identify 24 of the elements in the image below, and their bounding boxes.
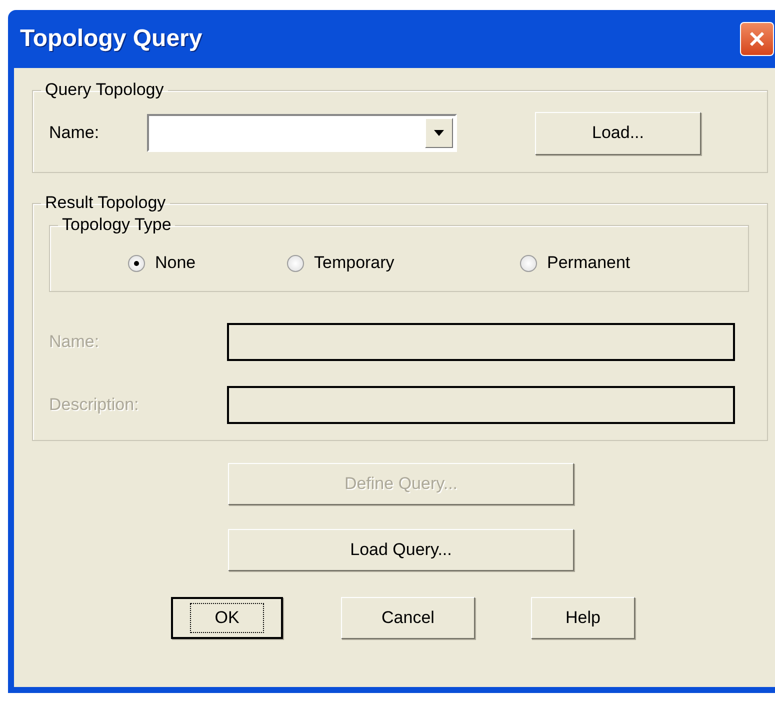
field-label: Name: xyxy=(49,123,100,143)
dialog-button[interactable]: Help xyxy=(531,597,635,639)
field-label: Name: xyxy=(49,332,100,352)
radio-button[interactable] xyxy=(128,254,145,272)
radio-option[interactable]: Permanent xyxy=(520,253,630,273)
field-label: Description: xyxy=(49,394,140,414)
radio-option[interactable]: None xyxy=(128,253,287,273)
dialog-button[interactable]: Cancel xyxy=(341,597,475,639)
input-field[interactable] xyxy=(227,386,735,424)
window-title: Topology Query xyxy=(20,25,202,53)
query-button[interactable]: Load Query... xyxy=(228,529,574,571)
group-title: Query Topology xyxy=(44,80,165,100)
group-title: Result Topology xyxy=(44,193,167,213)
dropdown-button[interactable] xyxy=(425,118,453,148)
dialog-button[interactable]: OK xyxy=(171,597,283,639)
close-button[interactable] xyxy=(740,22,774,56)
group-title: Topology Type xyxy=(61,215,172,235)
close-icon xyxy=(748,30,766,48)
input-field[interactable] xyxy=(227,322,735,360)
radio-button[interactable] xyxy=(287,254,304,272)
caret-icon xyxy=(434,130,444,136)
load-button[interactable]: Load... xyxy=(535,112,701,154)
radio-button[interactable] xyxy=(520,254,537,272)
radio-option[interactable]: Temporary xyxy=(287,253,520,273)
